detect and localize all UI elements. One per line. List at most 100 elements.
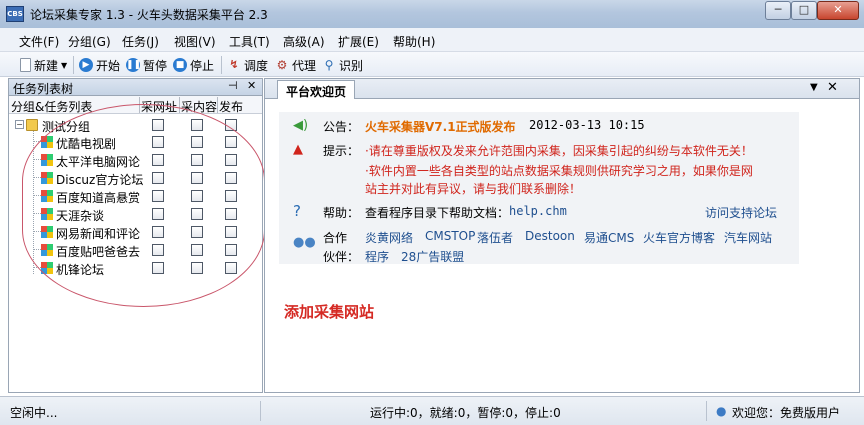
tree-connector bbox=[33, 223, 41, 232]
task-publish-checkbox[interactable] bbox=[225, 154, 237, 166]
folder-icon bbox=[26, 119, 38, 131]
new-button[interactable]: 新建 ▼ bbox=[20, 56, 67, 74]
task-column-header: 分组&任务列表 采网址 采内容 发布 bbox=[9, 96, 262, 114]
tips-line-3: 站主并对此有异议，请与我们联系删除！ bbox=[365, 182, 582, 196]
pause-icon: ❚❚ bbox=[126, 58, 142, 72]
task-publish-checkbox[interactable] bbox=[225, 244, 237, 256]
start-button[interactable]: ▶ 开始 bbox=[79, 56, 120, 74]
col-collect-content[interactable]: 采内容 bbox=[181, 98, 217, 115]
task-publish-checkbox[interactable] bbox=[225, 136, 237, 148]
status-idle: 空闲中... bbox=[10, 406, 58, 420]
close-window-button[interactable]: ✕ bbox=[817, 1, 859, 20]
task-publish-checkbox[interactable] bbox=[225, 226, 237, 238]
menu-extensions[interactable]: 扩展(E) bbox=[338, 33, 379, 50]
task-content-checkbox[interactable] bbox=[191, 190, 203, 202]
partner-link[interactable]: 汽车网站 bbox=[724, 229, 772, 246]
minimize-button[interactable]: ─ bbox=[765, 1, 791, 20]
task-icon bbox=[41, 262, 53, 274]
partner-link[interactable]: 炎黄网络 bbox=[365, 229, 413, 246]
task-name: 机锋论坛 bbox=[56, 263, 105, 277]
task-row[interactable]: 优酷电视剧 bbox=[9, 133, 262, 151]
task-content-checkbox[interactable] bbox=[191, 208, 203, 220]
task-row[interactable]: 网易新闻和评论 bbox=[9, 223, 262, 241]
task-name: 百度贴吧爸爸去 bbox=[56, 245, 141, 259]
help-file-link[interactable]: help.chm bbox=[509, 204, 567, 218]
task-publish-checkbox[interactable] bbox=[225, 208, 237, 220]
task-content-checkbox[interactable] bbox=[191, 262, 203, 274]
task-url-checkbox[interactable] bbox=[152, 208, 164, 220]
partner-link[interactable]: Destoon bbox=[525, 229, 575, 243]
schedule-icon: ↯ bbox=[229, 58, 239, 71]
welcome-panel: 平台欢迎页 ▼ ✕ ◀) 公告： 火车采集器V7.1正式版发布 2012-03-… bbox=[264, 78, 860, 393]
recognize-icon: ⚲ bbox=[324, 58, 334, 72]
col-group-tasks[interactable]: 分组&任务列表 bbox=[11, 98, 92, 115]
menu-file[interactable]: 文件(F) bbox=[19, 33, 59, 50]
task-url-checkbox[interactable] bbox=[152, 172, 164, 184]
help-icon: ? bbox=[293, 202, 301, 220]
task-url-checkbox[interactable] bbox=[152, 190, 164, 202]
partner-link[interactable]: CMSTOP bbox=[425, 229, 475, 243]
schedule-button[interactable]: ↯ 调度 bbox=[227, 56, 268, 74]
task-icon bbox=[41, 226, 53, 238]
task-publish-checkbox[interactable] bbox=[225, 190, 237, 202]
group-content-checkbox[interactable] bbox=[191, 119, 203, 131]
title-bar: CBS 论坛采集专家 1.3 - 火车头数据采集平台 2.3 ─ □ ✕ bbox=[0, 0, 864, 28]
task-content-checkbox[interactable] bbox=[191, 244, 203, 256]
collapse-icon[interactable]: − bbox=[15, 120, 24, 129]
group-publish-checkbox[interactable] bbox=[225, 119, 237, 131]
tab-dropdown-icon[interactable]: ▼ bbox=[810, 82, 818, 93]
task-name: 百度知道高悬赏 bbox=[56, 191, 141, 205]
task-content-checkbox[interactable] bbox=[191, 154, 203, 166]
support-forum-link[interactable]: 访问支持论坛 bbox=[705, 204, 777, 221]
pause-button[interactable]: ❚❚ 暂停 bbox=[126, 56, 167, 74]
task-url-checkbox[interactable] bbox=[152, 154, 164, 166]
tab-welcome[interactable]: 平台欢迎页 bbox=[277, 80, 356, 99]
status-counts: 运行中:0，就绪:0，暂停:0，停止:0 bbox=[370, 406, 561, 420]
task-row[interactable]: Discuz官方论坛 bbox=[9, 169, 262, 187]
task-row[interactable]: 机锋论坛 bbox=[9, 259, 262, 277]
task-url-checkbox[interactable] bbox=[152, 226, 164, 238]
partner-link[interactable]: 28广告联盟 bbox=[401, 248, 464, 265]
menu-tools[interactable]: 工具(T) bbox=[229, 33, 270, 50]
menu-task[interactable]: 任务(J) bbox=[122, 33, 159, 50]
notice-title-link[interactable]: 火车采集器V7.1正式版发布 bbox=[365, 118, 516, 135]
task-icon bbox=[41, 172, 53, 184]
task-content-checkbox[interactable] bbox=[191, 226, 203, 238]
task-row[interactable]: 太平洋电脑网论 bbox=[9, 151, 262, 169]
task-content-checkbox[interactable] bbox=[191, 172, 203, 184]
stop-button[interactable]: ■ 停止 bbox=[173, 56, 214, 74]
pin-icon[interactable]: ⊣ bbox=[228, 79, 238, 92]
recognize-button[interactable]: ⚲ 识别 bbox=[322, 56, 363, 74]
task-url-checkbox[interactable] bbox=[152, 244, 164, 256]
task-row[interactable]: 百度知道高悬赏 bbox=[9, 187, 262, 205]
partner-link[interactable]: 程序 bbox=[365, 248, 389, 265]
group-url-checkbox[interactable] bbox=[152, 119, 164, 131]
task-url-checkbox[interactable] bbox=[152, 136, 164, 148]
dropdown-arrow-icon: ▼ bbox=[61, 60, 68, 70]
stop-label: 停止 bbox=[190, 58, 215, 73]
task-url-checkbox[interactable] bbox=[152, 262, 164, 274]
menu-advanced[interactable]: 高级(A) bbox=[283, 33, 325, 50]
close-tab-icon[interactable]: ✕ bbox=[827, 80, 838, 95]
group-row[interactable]: − 测试分组 bbox=[9, 116, 262, 134]
maximize-button[interactable]: □ bbox=[791, 1, 817, 20]
partner-link[interactable]: 火车官方博客 bbox=[643, 229, 715, 246]
task-publish-checkbox[interactable] bbox=[225, 172, 237, 184]
partner-link[interactable]: 落伍者 bbox=[477, 229, 513, 246]
col-collect-url[interactable]: 采网址 bbox=[141, 98, 177, 115]
menu-group[interactable]: 分组(G) bbox=[68, 33, 111, 50]
task-row[interactable]: 百度贴吧爸爸去 bbox=[9, 241, 262, 259]
partner-link[interactable]: 易通CMS bbox=[584, 229, 634, 246]
menu-view[interactable]: 视图(V) bbox=[174, 33, 216, 50]
notice-label: 公告： bbox=[323, 120, 360, 134]
col-publish[interactable]: 发布 bbox=[219, 98, 243, 115]
task-publish-checkbox[interactable] bbox=[225, 262, 237, 274]
app-icon: CBS bbox=[6, 6, 24, 22]
warning-icon: ▲ bbox=[293, 142, 303, 157]
start-label: 开始 bbox=[96, 58, 121, 73]
close-panel-icon[interactable]: ✕ bbox=[247, 79, 256, 92]
task-row[interactable]: 天涯杂谈 bbox=[9, 205, 262, 223]
menu-help[interactable]: 帮助(H) bbox=[393, 33, 435, 50]
task-content-checkbox[interactable] bbox=[191, 136, 203, 148]
proxy-button[interactable]: ⚙ 代理 bbox=[275, 56, 316, 74]
